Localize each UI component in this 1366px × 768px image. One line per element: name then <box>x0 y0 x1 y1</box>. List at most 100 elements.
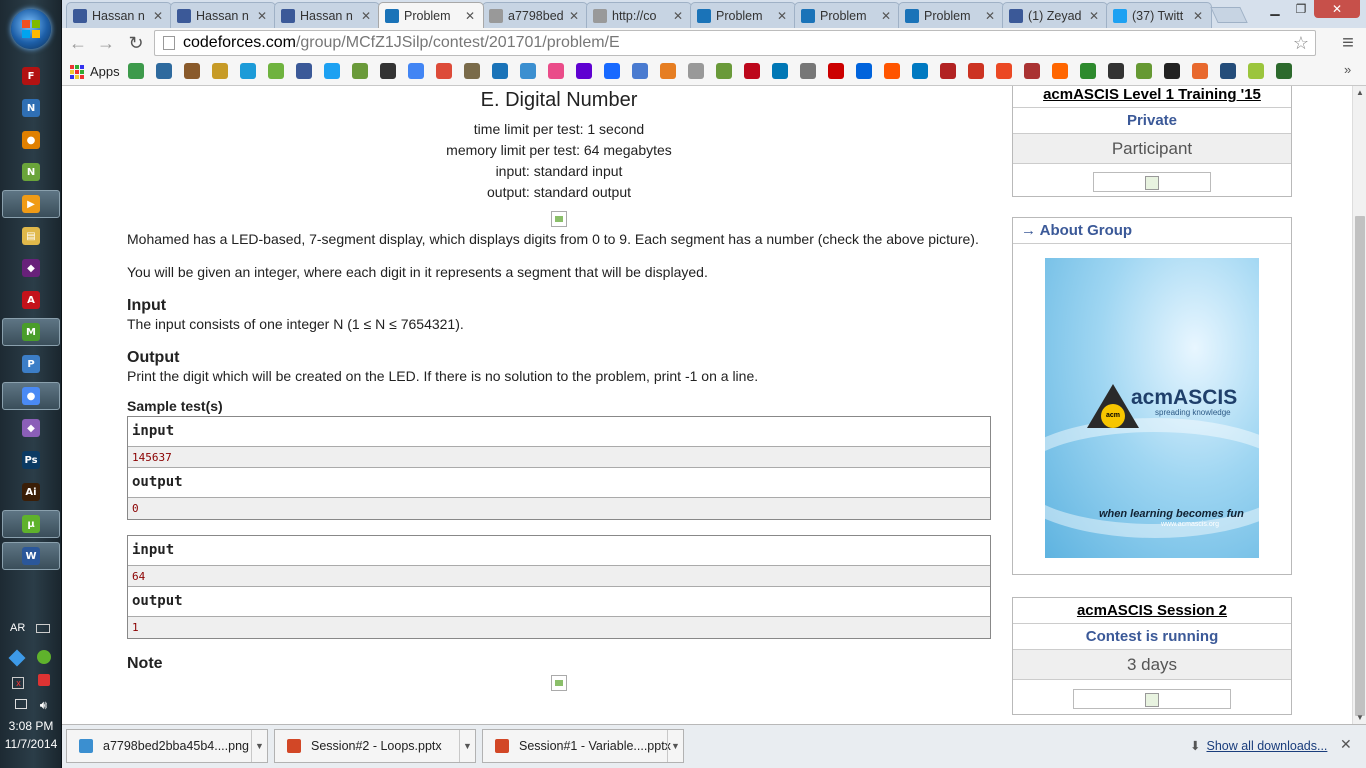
bookmark-shortcut-icon[interactable] <box>968 63 984 79</box>
address-bar[interactable]: codeforces.com/group/MCfZ1JSilp/contest/… <box>154 30 1316 56</box>
taskbar-app[interactable]: ◆ <box>2 414 60 442</box>
taskbar-app[interactable]: ◆ <box>2 254 60 282</box>
clock-date[interactable]: 11/7/2014 <box>0 737 62 751</box>
download-menu-arrow[interactable]: ▼ <box>459 730 475 762</box>
bookmark-shortcut-icon[interactable] <box>716 63 732 79</box>
browser-tab[interactable]: Problem ✕ <box>898 2 1004 28</box>
download-menu-arrow[interactable]: ▼ <box>667 730 683 762</box>
language-indicator[interactable]: AR <box>10 622 25 634</box>
bookmark-shortcut-icon[interactable] <box>352 63 368 79</box>
download-item[interactable]: Session#1 - Variable....pptx ▼ <box>482 729 684 763</box>
minimize-button[interactable]: ▁ <box>1262 0 1288 18</box>
bookmark-shortcut-icon[interactable] <box>744 63 760 79</box>
browser-tab[interactable]: Problem ✕ <box>690 2 796 28</box>
browser-tab[interactable]: Hassan n ✕ <box>66 2 172 28</box>
bookmark-shortcut-icon[interactable] <box>1024 63 1040 79</box>
bookmark-shortcut-icon[interactable] <box>184 63 200 79</box>
close-tab-icon[interactable]: ✕ <box>1089 9 1101 23</box>
page-scrollbar[interactable]: ▲ ▼ <box>1352 86 1366 724</box>
utorrent-tray-icon[interactable] <box>36 650 51 664</box>
close-tab-icon[interactable]: ✕ <box>985 9 997 23</box>
close-tab-icon[interactable]: ✕ <box>881 9 893 23</box>
contest-title-link[interactable]: acmASCIS Level 1 Training '15 <box>1043 86 1261 103</box>
close-tab-icon[interactable]: ✕ <box>1193 9 1205 23</box>
bookmark-shortcut-icon[interactable] <box>1192 63 1208 79</box>
taskbar-app[interactable]: Ai <box>2 478 60 506</box>
close-window-button[interactable]: ✕ <box>1314 0 1360 18</box>
bookmark-shortcut-icon[interactable] <box>1248 63 1264 79</box>
volume-icon[interactable]: 🔊︎ <box>40 698 48 712</box>
bookmark-shortcut-icon[interactable] <box>1136 63 1152 79</box>
bookmark-shortcut-icon[interactable] <box>156 63 172 79</box>
browser-tab[interactable]: Problem ✕ <box>378 2 484 28</box>
bookmarks-overflow-icon[interactable]: » <box>1344 62 1351 77</box>
scroll-thumb[interactable] <box>1355 216 1365 716</box>
group-poster-image[interactable]: acm acmASCIS spreading knowledge when le… <box>1045 258 1259 558</box>
taskbar-app[interactable]: ▤ <box>2 222 60 250</box>
bookmark-shortcut-icon[interactable] <box>856 63 872 79</box>
bookmark-shortcut-icon[interactable] <box>632 63 648 79</box>
browser-tab[interactable]: (37) Twitt ✕ <box>1106 2 1212 28</box>
sample-output-value[interactable]: 1 <box>128 617 990 638</box>
browser-tab[interactable]: Hassan n ✕ <box>170 2 276 28</box>
keyboard-icon[interactable] <box>36 623 51 633</box>
bookmark-shortcut-icon[interactable] <box>1276 63 1292 79</box>
bookmark-shortcut-icon[interactable] <box>576 63 592 79</box>
bookmark-shortcut-icon[interactable] <box>800 63 816 79</box>
taskbar-app[interactable]: ● <box>2 382 60 410</box>
reload-button[interactable]: ↻ <box>124 32 148 54</box>
start-button[interactable] <box>11 9 51 49</box>
close-tab-icon[interactable]: ✕ <box>673 9 685 23</box>
bookmark-shortcut-icon[interactable] <box>660 63 676 79</box>
bookmark-shortcut-icon[interactable] <box>884 63 900 79</box>
sample-output-value[interactable]: 0 <box>128 498 990 519</box>
bookmark-shortcut-icon[interactable] <box>212 63 228 79</box>
close-tab-icon[interactable]: ✕ <box>777 9 789 23</box>
bookmark-shortcut-icon[interactable] <box>828 63 844 79</box>
scroll-up-arrow[interactable]: ▲ <box>1356 88 1364 97</box>
bookmark-shortcut-icon[interactable] <box>996 63 1012 79</box>
close-tab-icon[interactable]: ✕ <box>361 9 373 23</box>
taskbar-app[interactable]: Ps <box>2 446 60 474</box>
bookmark-shortcut-icon[interactable] <box>912 63 928 79</box>
bookmark-shortcut-icon[interactable] <box>380 63 396 79</box>
bookmark-shortcut-icon[interactable] <box>128 63 144 79</box>
session-title-link[interactable]: acmASCIS Session 2 <box>1077 602 1227 619</box>
browser-tab[interactable]: Hassan n ✕ <box>274 2 380 28</box>
bookmark-star-icon[interactable]: ☆ <box>1293 31 1309 55</box>
taskbar-app[interactable]: N <box>2 158 60 186</box>
close-tab-icon[interactable]: ✕ <box>569 9 581 23</box>
about-group-link[interactable]: → About Group <box>1021 222 1132 239</box>
chrome-menu-icon[interactable]: ≡ <box>1336 32 1360 54</box>
browser-tab[interactable]: http://co ✕ <box>586 2 692 28</box>
bookmark-shortcut-icon[interactable] <box>604 63 620 79</box>
maximize-button[interactable]: ❐ <box>1288 0 1314 18</box>
taskbar-app[interactable]: P <box>2 350 60 378</box>
bookmark-shortcut-icon[interactable] <box>1164 63 1180 79</box>
taskbar-app[interactable]: W <box>2 542 60 570</box>
download-item[interactable]: a7798bed2bba45b4....png ▼ <box>66 729 268 763</box>
bookmark-shortcut-icon[interactable] <box>492 63 508 79</box>
close-tab-icon[interactable]: ✕ <box>257 9 269 23</box>
bookmark-shortcut-icon[interactable] <box>268 63 284 79</box>
bookmark-shortcut-icon[interactable] <box>324 63 340 79</box>
network-error-icon[interactable]: x <box>12 677 25 689</box>
bookmark-shortcut-icon[interactable] <box>1080 63 1096 79</box>
dropbox-icon[interactable] <box>8 649 26 667</box>
taskbar-app[interactable]: µ <box>2 510 60 538</box>
bookmark-shortcut-icon[interactable] <box>464 63 480 79</box>
taskbar-app[interactable]: F <box>2 62 60 90</box>
bookmark-shortcut-icon[interactable] <box>940 63 956 79</box>
new-tab-button[interactable] <box>1210 7 1248 23</box>
apps-shortcut[interactable]: Apps <box>70 64 120 79</box>
download-item[interactable]: Session#2 - Loops.pptx ▼ <box>274 729 476 763</box>
bookmark-shortcut-icon[interactable] <box>296 63 312 79</box>
forward-button[interactable]: → <box>94 32 118 54</box>
action-center-icon[interactable] <box>14 699 27 709</box>
browser-tab[interactable]: (1) Zeyad ✕ <box>1002 2 1108 28</box>
taskbar-app[interactable]: A <box>2 286 60 314</box>
scroll-down-arrow[interactable]: ▼ <box>1356 713 1364 722</box>
bookmark-shortcut-icon[interactable] <box>772 63 788 79</box>
bookmark-shortcut-icon[interactable] <box>688 63 704 79</box>
taskbar-app[interactable]: ● <box>2 126 60 154</box>
